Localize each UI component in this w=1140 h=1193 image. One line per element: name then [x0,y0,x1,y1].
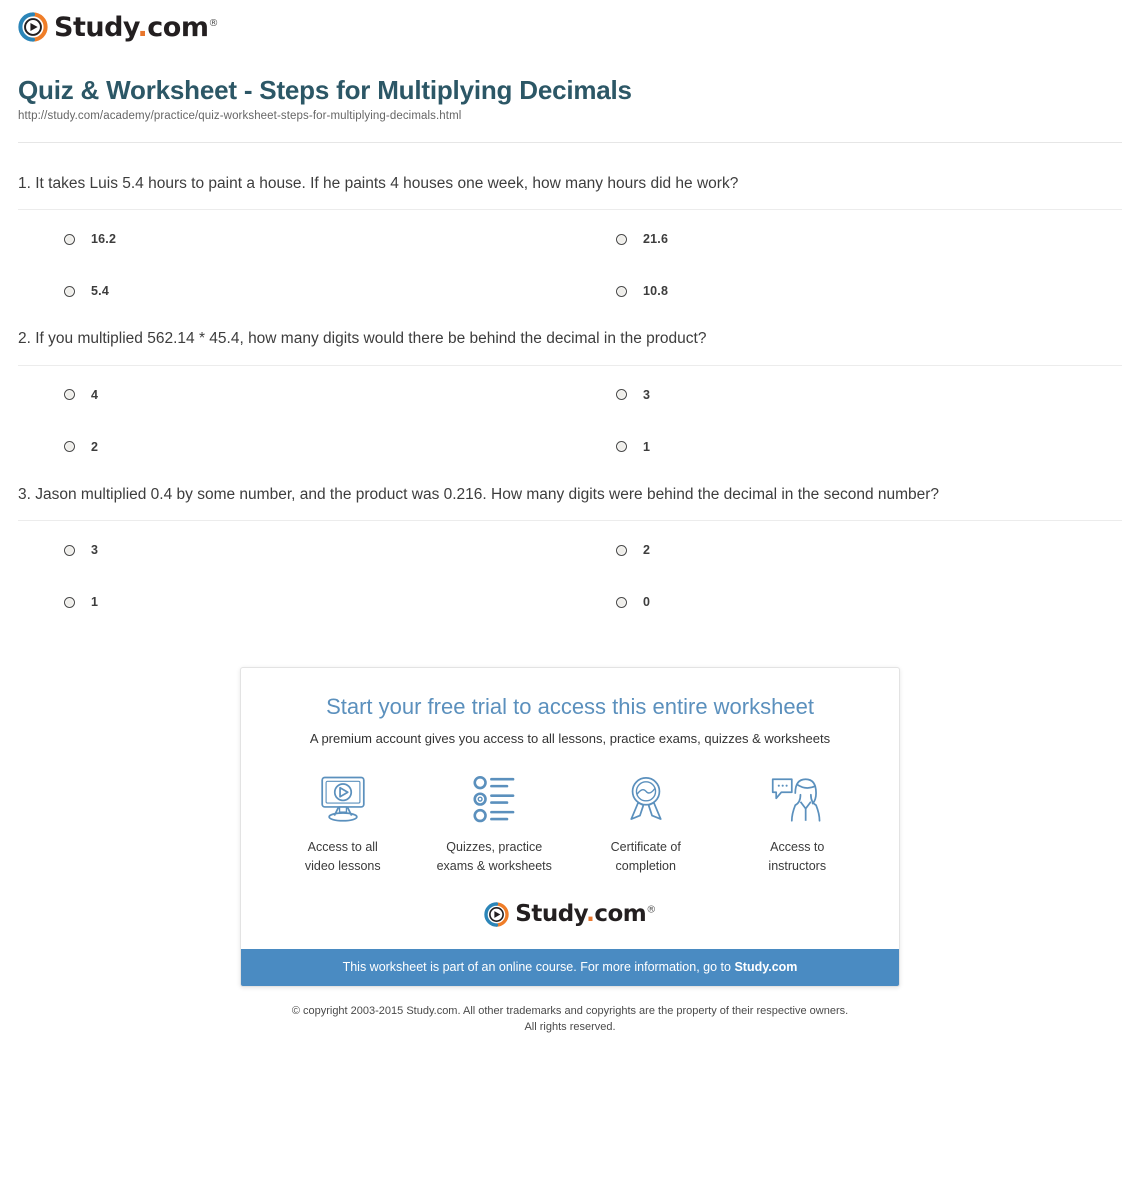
promo-content: Start your free trial to access this ent… [241,668,899,949]
checklist-icon [473,775,515,822]
answer-label: 21.6 [643,232,669,247]
brand-name-main: Study [515,901,587,928]
answer-label: 16.2 [91,232,117,247]
brand-name-tld: com [147,11,209,43]
radio-button-icon[interactable] [616,544,627,556]
question-block: 3. Jason multiplied 0.4 by some number, … [18,454,1122,609]
brand-name-main: Study [54,11,138,43]
answer-option[interactable]: 3 [18,543,570,557]
feature-label: Quizzes, practice exams & worksheets [437,838,552,877]
answer-label: 2 [91,439,99,454]
answer-options: 3 2 1 0 [18,521,1122,609]
feature-label-line2: instructors [768,858,827,873]
brand-wordmark: Study.com® [54,14,218,41]
promo-card-wrapper: Start your free trial to access this ent… [0,667,1140,988]
play-circle-icon [484,902,509,928]
feature-label: Access to instructors [768,838,826,877]
title-block: Quiz & Worksheet - Steps for Multiplying… [0,42,1140,122]
promo-subtext: A premium account gives you access to al… [309,730,831,746]
answer-option[interactable]: 0 [570,595,1122,609]
question-block: 1. It takes Luis 5.4 hours to paint a ho… [18,143,1122,298]
answer-options: 16.2 21.6 5.4 10.8 [18,210,1122,298]
feature-video-lessons: Access to all video lessons [267,774,419,877]
feature-label-line1: Access to [770,839,825,854]
radio-button-icon[interactable] [64,596,75,608]
answer-option[interactable]: 1 [570,440,1122,454]
answer-label: 0 [643,595,651,610]
answer-label: 1 [91,595,99,610]
promo-headline: Start your free trial to access this ent… [326,694,814,720]
page-title: Quiz & Worksheet - Steps for Multiplying… [18,75,632,105]
feature-label: Certificate of completion [611,838,681,877]
radio-button-icon[interactable] [64,544,75,556]
answer-label: 2 [643,543,651,558]
page-header: Study.com® [0,0,1140,42]
radio-button-icon[interactable] [64,285,75,297]
feature-label-line2: video lessons [304,858,381,873]
answer-option[interactable]: 4 [18,388,570,402]
radio-button-icon[interactable] [616,285,627,297]
trademark-symbol: ® [646,904,656,916]
answer-option[interactable]: 5.4 [18,284,570,298]
answer-label: 4 [91,387,99,402]
feature-label-line1: Certificate of [610,839,681,854]
worksheet-url: http://study.com/academy/practice/quiz-w… [18,109,462,122]
quiz-body: 1. It takes Luis 5.4 hours to paint a ho… [0,143,1140,609]
play-circle-icon [18,12,48,42]
answer-option[interactable]: 10.8 [570,284,1122,298]
instructor-chat-icon [772,777,821,822]
feature-label: Access to all video lessons [305,838,381,877]
feature-label-line2: completion [615,858,676,873]
feature-label-line1: Quizzes, practice [446,839,543,854]
answer-option[interactable]: 2 [570,543,1122,557]
brand-name-tld: com [594,901,647,928]
brand-logo-inner: Study.com® [484,901,656,928]
radio-button-icon[interactable] [64,233,75,245]
feature-label-line2: exams & worksheets [436,858,552,873]
answer-option[interactable]: 16.2 [18,232,570,246]
copyright-line-1: © copyright 2003-2015 Study.com. All oth… [291,1005,849,1018]
question-block: 2. If you multiplied 562.14 * 45.4, how … [18,298,1122,454]
radio-button-icon[interactable] [64,389,75,401]
brand-wordmark: Study.com® [515,901,656,928]
trademark-symbol: ® [208,17,219,29]
radio-button-icon[interactable] [64,441,75,453]
question-text: 3. Jason multiplied 0.4 by some number, … [18,485,940,503]
answer-label: 10.8 [643,284,669,299]
radio-button-icon[interactable] [616,596,627,608]
radio-button-icon[interactable] [616,441,627,453]
answer-option[interactable]: 2 [18,440,570,454]
study-com-logo-header[interactable]: Study.com® [18,12,218,42]
promo-feature-list: Access to all video lessons Quizzes, pra… [267,774,873,877]
promo-course-bar: This worksheet is part of an online cour… [241,949,899,987]
question-text: 1. It takes Luis 5.4 hours to paint a ho… [18,174,739,192]
question-text: 2. If you multiplied 562.14 * 45.4, how … [18,330,707,348]
answer-label: 3 [91,543,99,558]
answer-option[interactable]: 21.6 [570,232,1122,246]
feature-label-line1: Access to all [307,839,378,854]
answer-option[interactable]: 1 [18,595,570,609]
radio-button-icon[interactable] [616,389,627,401]
feature-instructors: Access to instructors [722,774,874,877]
study-com-logo-promo[interactable]: Study.com® [267,901,873,928]
answer-option[interactable]: 3 [570,388,1122,402]
promo-bar-link[interactable]: Study.com [734,960,797,974]
monitor-play-icon [321,776,365,822]
answer-label: 5.4 [91,284,109,299]
feature-certificate: Certificate of completion [570,774,722,877]
feature-quizzes: Quizzes, practice exams & worksheets [419,774,571,877]
answer-label: 3 [643,387,651,402]
brand-name-dot: . [137,11,148,43]
copyright-footer: © copyright 2003-2015 Study.com. All oth… [0,1004,1140,1036]
promo-bar-text: This worksheet is part of an online cour… [342,960,735,975]
answer-label: 1 [643,439,651,454]
free-trial-promo-card: Start your free trial to access this ent… [240,667,900,988]
award-ribbon-icon [630,776,662,820]
copyright-line-2: All rights reserved. [524,1021,616,1034]
answer-options: 4 3 2 1 [18,366,1122,454]
radio-button-icon[interactable] [616,233,627,245]
